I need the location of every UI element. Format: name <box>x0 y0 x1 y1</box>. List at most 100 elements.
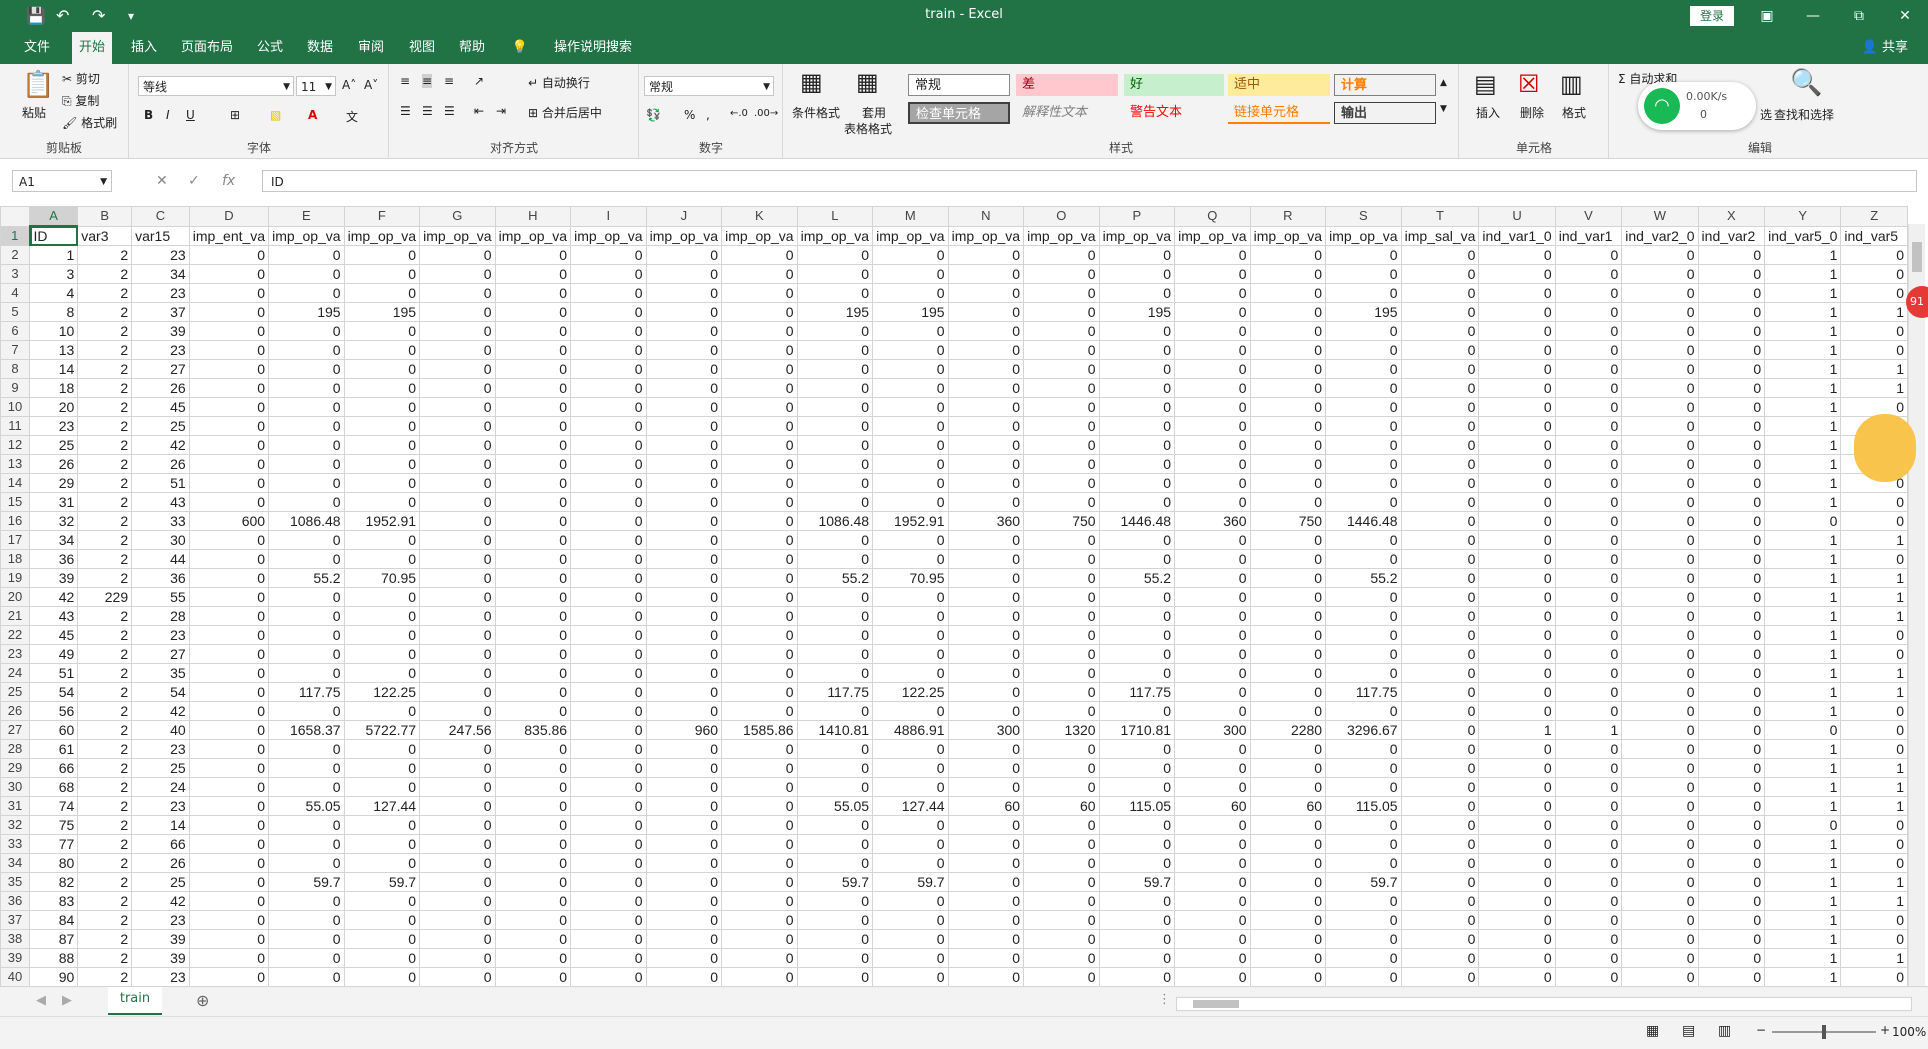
cell[interactable]: 0 <box>1554 606 1623 626</box>
cell[interactable]: 0 <box>1249 777 1327 797</box>
cell[interactable]: 1 <box>1764 758 1842 778</box>
add-sheet-icon[interactable]: ⊕ <box>196 991 209 1010</box>
cell[interactable]: 0 <box>872 530 949 550</box>
cell[interactable]: 0 <box>1098 967 1176 986</box>
paste-button[interactable]: 粘贴 <box>22 104 46 121</box>
cell[interactable]: 0 <box>570 644 647 664</box>
cell[interactable]: 0 <box>1478 891 1556 911</box>
cell[interactable]: 0 <box>645 682 723 702</box>
cell[interactable]: 0 <box>1478 473 1556 493</box>
cell[interactable]: 2 <box>77 378 133 398</box>
cell[interactable]: 0 <box>645 321 723 341</box>
cell[interactable]: 0 <box>1174 378 1251 398</box>
cell[interactable]: 0 <box>343 549 421 569</box>
page-break-view-icon[interactable]: ▥ <box>1718 1023 1731 1039</box>
cell[interactable]: 0 <box>947 739 1025 759</box>
cell[interactable]: 0 <box>1554 777 1623 797</box>
cell[interactable]: 0 <box>343 530 421 550</box>
cell[interactable]: 0 <box>419 568 496 588</box>
cell[interactable]: 195 <box>1098 302 1176 322</box>
cell[interactable]: 0 <box>645 967 723 986</box>
column-header[interactable]: O <box>1023 206 1100 227</box>
cell[interactable]: 2 <box>77 815 133 835</box>
cell[interactable]: 0 <box>1249 758 1327 778</box>
cell[interactable]: 0 <box>1400 815 1480 835</box>
cell[interactable]: 31 <box>29 492 79 512</box>
cell[interactable]: 2 <box>77 245 133 265</box>
cell[interactable]: 59.7 <box>1098 872 1176 892</box>
cell[interactable]: 23 <box>131 340 190 360</box>
cell[interactable]: 0 <box>1621 492 1699 512</box>
cell[interactable]: 0 <box>796 606 874 626</box>
align-right-icon[interactable]: ☰ <box>444 104 455 118</box>
style-normal[interactable]: 常规 <box>908 74 1010 96</box>
cell[interactable]: 0 <box>1174 758 1251 778</box>
cell[interactable]: 26 <box>131 378 190 398</box>
cell[interactable]: 0 <box>1621 682 1699 702</box>
cell[interactable]: 0 <box>1325 663 1402 683</box>
cell[interactable]: 0 <box>1174 245 1251 265</box>
cell[interactable]: 0 <box>1697 264 1766 284</box>
cell[interactable]: 0 <box>494 758 572 778</box>
cell[interactable]: 0 <box>872 663 949 683</box>
cell[interactable]: 0 <box>796 492 874 512</box>
cell[interactable]: 0 <box>1325 967 1402 986</box>
cell[interactable]: 0 <box>721 644 798 664</box>
cell[interactable]: 0 <box>1325 359 1402 379</box>
cell[interactable]: 0 <box>796 663 874 683</box>
cell[interactable]: 0 <box>1023 492 1100 512</box>
cell[interactable]: 0 <box>1174 492 1251 512</box>
cell[interactable]: 0 <box>1174 416 1251 436</box>
column-header[interactable]: I <box>570 206 647 227</box>
cell[interactable]: 0 <box>1554 625 1623 645</box>
cell[interactable]: 0 <box>1023 758 1100 778</box>
cell[interactable]: 14 <box>131 815 190 835</box>
cell[interactable]: 0 <box>188 758 270 778</box>
conditional-format-icon[interactable]: ▦ <box>800 68 823 96</box>
cell[interactable]: 0 <box>1174 359 1251 379</box>
tab-page-layout[interactable]: 页面布局 <box>176 32 238 64</box>
cell[interactable]: 0 <box>947 397 1025 417</box>
cell[interactable]: 0 <box>721 815 798 835</box>
cell[interactable]: 0 <box>645 663 723 683</box>
cell[interactable]: 0 <box>1478 644 1556 664</box>
cell[interactable]: 0 <box>645 511 723 531</box>
cell[interactable]: 1 <box>1764 872 1842 892</box>
cell[interactable]: 0 <box>1621 606 1699 626</box>
cell[interactable]: 0 <box>494 872 572 892</box>
cell[interactable]: 0 <box>721 321 798 341</box>
cell[interactable]: 0 <box>419 302 496 322</box>
cell[interactable]: 0 <box>721 359 798 379</box>
cell[interactable]: 0 <box>796 929 874 949</box>
cell[interactable]: 0 <box>188 283 270 303</box>
formula-input[interactable]: ID <box>262 170 1917 192</box>
cell[interactable]: 0 <box>1697 454 1766 474</box>
copy-button[interactable]: ⎘ 复制 <box>62 92 99 109</box>
cell[interactable]: 0 <box>494 302 572 322</box>
cell[interactable]: 0 <box>1098 264 1176 284</box>
cell[interactable]: 0 <box>419 245 496 265</box>
cell[interactable]: 55.2 <box>1098 568 1176 588</box>
worksheet-grid[interactable]: ABCDEFGHIJKLMNOPQRSTUVWXYZ 1 ID var3 var15 i… <box>0 206 1908 986</box>
cell[interactable]: 43 <box>29 606 79 626</box>
cell[interactable]: 0 <box>872 625 949 645</box>
cell[interactable]: 0 <box>343 625 421 645</box>
cell[interactable]: 0 <box>494 739 572 759</box>
cell[interactable]: 0 <box>872 359 949 379</box>
cell[interactable]: 2 <box>77 644 133 664</box>
cell[interactable]: 0 <box>1621 967 1699 986</box>
cell[interactable]: var15 <box>131 225 190 246</box>
format-cells-button[interactable]: 格式 <box>1562 104 1586 121</box>
cell[interactable]: 0 <box>419 948 496 968</box>
cell[interactable]: 0 <box>1621 739 1699 759</box>
cell[interactable]: 0 <box>570 910 647 930</box>
cell[interactable]: 0 <box>721 340 798 360</box>
cell[interactable]: 195 <box>796 302 874 322</box>
cell[interactable]: 0 <box>721 397 798 417</box>
cell[interactable]: 0 <box>1023 264 1100 284</box>
font-name-select[interactable]: 等线 ▼ <box>138 76 294 96</box>
cell[interactable]: 0 <box>1554 834 1623 854</box>
cell[interactable]: 1 <box>1764 473 1842 493</box>
cell[interactable]: 0 <box>1554 853 1623 873</box>
cell[interactable]: 0 <box>1400 549 1480 569</box>
